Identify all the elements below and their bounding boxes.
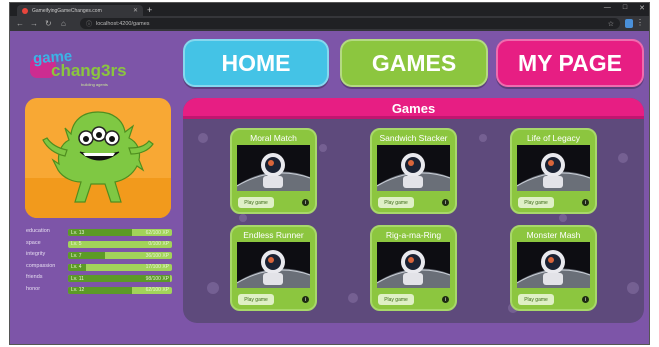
maximize-button[interactable]: □	[623, 4, 627, 12]
stat-row: education Lv. 13 62/100 XP	[26, 227, 178, 238]
stat-xp: 62/100 XP	[145, 229, 169, 236]
game-card-title: Monster Mash	[526, 230, 581, 240]
forward-arrow-icon[interactable]: →	[30, 19, 38, 28]
astronaut-thumbnail-icon	[237, 145, 310, 191]
games-header-title: Games	[391, 101, 436, 116]
site-info-icon[interactable]: ⓘ	[86, 19, 92, 28]
home-icon[interactable]: ⌂	[61, 19, 66, 28]
stat-row: compassion Lv. 4 17/100 XP	[26, 262, 178, 273]
stat-progress-bar: Lv. 12 62/100 XP	[68, 286, 172, 294]
back-arrow-icon[interactable]: ←	[16, 19, 24, 28]
avatar-card	[25, 98, 171, 218]
game-card[interactable]: Monster Mash Play game i	[510, 225, 597, 311]
game-card-title: Rig-a-ma-Ring	[385, 230, 442, 240]
stat-xp: 36/100 XP	[145, 252, 169, 259]
stat-row: friends Lv. 11 98/100 XP	[26, 273, 178, 284]
stat-name: integrity	[26, 251, 46, 258]
game-card-title: Sandwich Stacker	[379, 133, 448, 143]
game-card[interactable]: Life of Legacy Play game i	[510, 128, 597, 214]
stat-name: education	[26, 228, 50, 234]
home-nav-button[interactable]: HOME	[183, 39, 329, 87]
stat-xp: 62/100 XP	[145, 287, 169, 294]
browser-toolbar: ← → ↻ ⌂ ⓘ localhost:4200/games ☆ ⋮	[10, 16, 649, 31]
info-icon[interactable]: i	[582, 296, 589, 303]
games-header-strip	[183, 116, 644, 119]
play-game-button[interactable]: Play game	[378, 294, 414, 305]
favicon-icon	[22, 7, 28, 14]
play-game-button[interactable]: Play game	[378, 197, 414, 208]
astronaut-thumbnail-icon	[237, 242, 310, 288]
play-game-button[interactable]: Play game	[238, 197, 274, 208]
stat-level: Lv. 13	[71, 229, 85, 236]
minimize-button[interactable]: —	[604, 4, 611, 12]
stat-level: Lv. 5	[71, 241, 82, 248]
game-card-title: Moral Match	[250, 133, 297, 143]
logo-subtitle: building agents	[81, 82, 108, 87]
astronaut-thumbnail-icon	[377, 242, 450, 288]
profile-icon[interactable]	[625, 19, 633, 28]
stat-row: integrity Lv. 7 36/100 XP	[26, 250, 178, 261]
stat-progress-bar: Lv. 7 36/100 XP	[68, 252, 172, 260]
close-window-button[interactable]: ✕	[639, 4, 645, 12]
url-text: localhost:4200/games	[96, 20, 150, 27]
mypage-nav-button[interactable]: MY PAGE	[496, 39, 644, 87]
games-nav-button[interactable]: GAMES	[340, 39, 488, 87]
stat-row: space Lv. 5 0/100 XP	[26, 239, 178, 250]
stat-progress-bar: Lv. 13 62/100 XP	[68, 229, 172, 236]
address-bar[interactable]: ⓘ localhost:4200/games ☆	[80, 18, 620, 29]
stat-name: space	[26, 239, 41, 246]
close-tab-icon[interactable]: ✕	[133, 8, 138, 14]
info-icon[interactable]: i	[302, 296, 309, 303]
tab-bar: GameifyingGameChanges.com ✕ + — □ ✕	[10, 3, 649, 16]
reload-icon[interactable]: ↻	[45, 19, 52, 28]
monster-avatar-icon	[42, 111, 154, 203]
menu-kebab-icon[interactable]: ⋮	[636, 18, 644, 27]
tab-title: GameifyingGameChanges.com	[32, 7, 102, 14]
stat-level: Lv. 7	[71, 252, 82, 259]
astronaut-thumbnail-icon	[377, 145, 450, 191]
game-card-title: Endless Runner	[243, 230, 304, 240]
games-panel: Games Moral Match Play game i Sandwich S…	[183, 98, 644, 323]
play-game-button[interactable]: Play game	[518, 294, 554, 305]
new-tab-button[interactable]: +	[147, 5, 152, 15]
stat-xp: 0/100 XP	[148, 241, 169, 248]
astronaut-thumbnail-icon	[517, 242, 590, 288]
play-game-button[interactable]: Play game	[238, 294, 274, 305]
info-icon[interactable]: i	[442, 199, 449, 206]
stat-name: friends	[26, 274, 43, 281]
stat-progress-bar: Lv. 11 98/100 XP	[68, 275, 172, 283]
game-card[interactable]: Moral Match Play game i	[230, 128, 317, 214]
stat-row: honor Lv. 12 62/100 XP	[26, 285, 178, 296]
stat-level: Lv. 4	[71, 264, 82, 271]
stat-xp: 98/100 XP	[145, 275, 169, 282]
game-card[interactable]: Rig-a-ma-Ring Play game i	[370, 225, 457, 311]
game-card-title: Life of Legacy	[527, 133, 580, 143]
browser-window: GameifyingGameChanges.com ✕ + — □ ✕ ← → …	[9, 2, 650, 345]
game-card[interactable]: Sandwich Stacker Play game i	[370, 128, 457, 214]
info-icon[interactable]: i	[582, 199, 589, 206]
stat-name: honor	[26, 285, 41, 292]
astronaut-thumbnail-icon	[517, 145, 590, 191]
bookmark-star-icon[interactable]: ☆	[608, 20, 614, 28]
games-header: Games	[183, 98, 644, 119]
stat-level: Lv. 12	[71, 287, 85, 294]
info-icon[interactable]: i	[442, 296, 449, 303]
stat-name: compassion	[26, 262, 56, 269]
stat-progress-bar: Lv. 4 17/100 XP	[68, 263, 172, 271]
browser-tab[interactable]: GameifyingGameChanges.com ✕	[17, 5, 143, 16]
game-card[interactable]: Endless Runner Play game i	[230, 225, 317, 311]
game-changers-logo[interactable]: game chang3rs building agents	[27, 48, 127, 94]
logo-line-2: chang3rs	[51, 61, 127, 80]
stat-progress-bar: Lv. 5 0/100 XP	[68, 240, 172, 248]
stat-xp: 17/100 XP	[145, 264, 169, 271]
app-page: game chang3rs building agents HOME GAMES…	[10, 31, 649, 344]
stat-level: Lv. 11	[71, 275, 84, 282]
window-controls: — □ ✕	[604, 4, 645, 12]
play-game-button[interactable]: Play game	[518, 197, 554, 208]
info-icon[interactable]: i	[302, 199, 309, 206]
stats-list: education Lv. 13 62/100 XP space Lv. 5 0…	[26, 227, 178, 297]
